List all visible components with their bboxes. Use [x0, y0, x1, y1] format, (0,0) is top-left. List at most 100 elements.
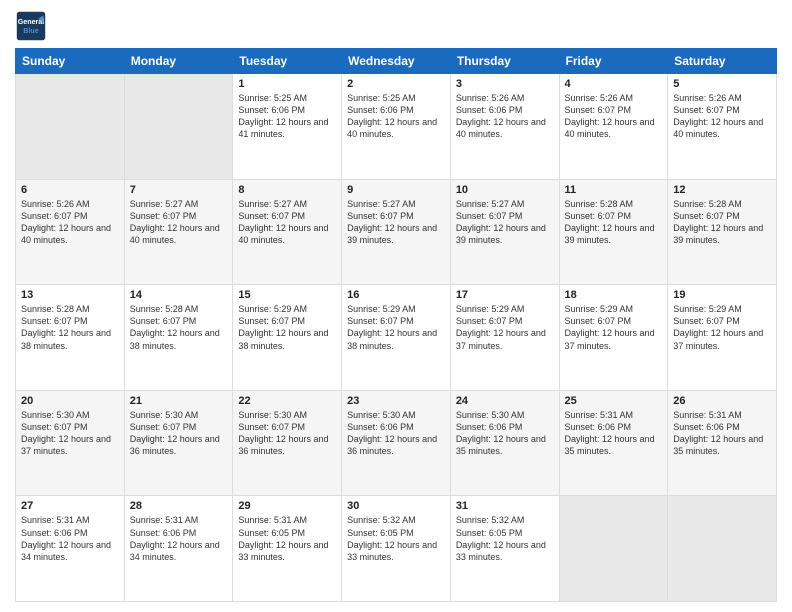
calendar-day-cell: 13 Sunrise: 5:28 AM Sunset: 6:07 PM Dayl… — [16, 285, 125, 391]
day-number: 5 — [673, 78, 771, 90]
day-number: 4 — [565, 78, 663, 90]
day-number: 7 — [130, 184, 228, 196]
day-info: Sunrise: 5:25 AM Sunset: 6:06 PM Dayligh… — [238, 92, 336, 141]
day-number: 31 — [456, 500, 554, 512]
calendar-day-cell: 23 Sunrise: 5:30 AM Sunset: 6:06 PM Dayl… — [342, 390, 451, 496]
calendar-day-cell: 19 Sunrise: 5:29 AM Sunset: 6:07 PM Dayl… — [668, 285, 777, 391]
calendar-day-cell — [668, 496, 777, 602]
calendar-day-cell: 3 Sunrise: 5:26 AM Sunset: 6:06 PM Dayli… — [450, 74, 559, 180]
calendar-day-cell: 25 Sunrise: 5:31 AM Sunset: 6:06 PM Dayl… — [559, 390, 668, 496]
calendar-week-row: 6 Sunrise: 5:26 AM Sunset: 6:07 PM Dayli… — [16, 179, 777, 285]
calendar-day-cell: 6 Sunrise: 5:26 AM Sunset: 6:07 PM Dayli… — [16, 179, 125, 285]
day-number: 24 — [456, 395, 554, 407]
day-number: 20 — [21, 395, 119, 407]
day-info: Sunrise: 5:29 AM Sunset: 6:07 PM Dayligh… — [673, 303, 771, 352]
day-info: Sunrise: 5:27 AM Sunset: 6:07 PM Dayligh… — [347, 198, 445, 247]
day-number: 12 — [673, 184, 771, 196]
calendar-day-cell: 16 Sunrise: 5:29 AM Sunset: 6:07 PM Dayl… — [342, 285, 451, 391]
svg-text:Blue: Blue — [23, 27, 38, 35]
day-number: 22 — [238, 395, 336, 407]
calendar-day-cell: 5 Sunrise: 5:26 AM Sunset: 6:07 PM Dayli… — [668, 74, 777, 180]
day-info: Sunrise: 5:29 AM Sunset: 6:07 PM Dayligh… — [238, 303, 336, 352]
day-number: 2 — [347, 78, 445, 90]
calendar-day-cell: 29 Sunrise: 5:31 AM Sunset: 6:05 PM Dayl… — [233, 496, 342, 602]
calendar-day-cell: 26 Sunrise: 5:31 AM Sunset: 6:06 PM Dayl… — [668, 390, 777, 496]
calendar-day-cell: 27 Sunrise: 5:31 AM Sunset: 6:06 PM Dayl… — [16, 496, 125, 602]
day-number: 14 — [130, 289, 228, 301]
day-info: Sunrise: 5:31 AM Sunset: 6:06 PM Dayligh… — [565, 409, 663, 458]
calendar-day-cell — [124, 74, 233, 180]
calendar-day-header: Wednesday — [342, 49, 451, 74]
calendar-day-header: Thursday — [450, 49, 559, 74]
day-number: 28 — [130, 500, 228, 512]
day-number: 10 — [456, 184, 554, 196]
calendar-day-cell: 31 Sunrise: 5:32 AM Sunset: 6:05 PM Dayl… — [450, 496, 559, 602]
day-info: Sunrise: 5:30 AM Sunset: 6:07 PM Dayligh… — [21, 409, 119, 458]
day-number: 9 — [347, 184, 445, 196]
calendar-table: SundayMondayTuesdayWednesdayThursdayFrid… — [15, 48, 777, 602]
calendar-day-cell: 30 Sunrise: 5:32 AM Sunset: 6:05 PM Dayl… — [342, 496, 451, 602]
calendar-week-row: 13 Sunrise: 5:28 AM Sunset: 6:07 PM Dayl… — [16, 285, 777, 391]
calendar-day-header: Saturday — [668, 49, 777, 74]
calendar-day-cell: 18 Sunrise: 5:29 AM Sunset: 6:07 PM Dayl… — [559, 285, 668, 391]
day-info: Sunrise: 5:25 AM Sunset: 6:06 PM Dayligh… — [347, 92, 445, 141]
calendar-day-cell: 4 Sunrise: 5:26 AM Sunset: 6:07 PM Dayli… — [559, 74, 668, 180]
day-info: Sunrise: 5:29 AM Sunset: 6:07 PM Dayligh… — [456, 303, 554, 352]
calendar-day-cell: 12 Sunrise: 5:28 AM Sunset: 6:07 PM Dayl… — [668, 179, 777, 285]
calendar-day-cell: 8 Sunrise: 5:27 AM Sunset: 6:07 PM Dayli… — [233, 179, 342, 285]
calendar-week-row: 1 Sunrise: 5:25 AM Sunset: 6:06 PM Dayli… — [16, 74, 777, 180]
day-info: Sunrise: 5:26 AM Sunset: 6:07 PM Dayligh… — [673, 92, 771, 141]
day-info: Sunrise: 5:31 AM Sunset: 6:05 PM Dayligh… — [238, 514, 336, 563]
day-info: Sunrise: 5:30 AM Sunset: 6:06 PM Dayligh… — [456, 409, 554, 458]
day-number: 25 — [565, 395, 663, 407]
day-info: Sunrise: 5:26 AM Sunset: 6:06 PM Dayligh… — [456, 92, 554, 141]
logo: General Blue — [15, 10, 51, 42]
day-info: Sunrise: 5:32 AM Sunset: 6:05 PM Dayligh… — [347, 514, 445, 563]
day-number: 23 — [347, 395, 445, 407]
calendar-day-cell: 21 Sunrise: 5:30 AM Sunset: 6:07 PM Dayl… — [124, 390, 233, 496]
calendar-day-cell: 24 Sunrise: 5:30 AM Sunset: 6:06 PM Dayl… — [450, 390, 559, 496]
day-info: Sunrise: 5:29 AM Sunset: 6:07 PM Dayligh… — [565, 303, 663, 352]
calendar-day-header: Monday — [124, 49, 233, 74]
calendar-day-cell: 22 Sunrise: 5:30 AM Sunset: 6:07 PM Dayl… — [233, 390, 342, 496]
day-info: Sunrise: 5:31 AM Sunset: 6:06 PM Dayligh… — [673, 409, 771, 458]
day-info: Sunrise: 5:31 AM Sunset: 6:06 PM Dayligh… — [130, 514, 228, 563]
calendar-day-cell: 9 Sunrise: 5:27 AM Sunset: 6:07 PM Dayli… — [342, 179, 451, 285]
calendar-day-cell: 20 Sunrise: 5:30 AM Sunset: 6:07 PM Dayl… — [16, 390, 125, 496]
day-info: Sunrise: 5:29 AM Sunset: 6:07 PM Dayligh… — [347, 303, 445, 352]
day-number: 13 — [21, 289, 119, 301]
day-info: Sunrise: 5:30 AM Sunset: 6:06 PM Dayligh… — [347, 409, 445, 458]
day-info: Sunrise: 5:32 AM Sunset: 6:05 PM Dayligh… — [456, 514, 554, 563]
day-number: 15 — [238, 289, 336, 301]
day-number: 3 — [456, 78, 554, 90]
calendar-day-cell — [16, 74, 125, 180]
day-info: Sunrise: 5:30 AM Sunset: 6:07 PM Dayligh… — [130, 409, 228, 458]
day-number: 1 — [238, 78, 336, 90]
calendar-day-header: Friday — [559, 49, 668, 74]
day-info: Sunrise: 5:26 AM Sunset: 6:07 PM Dayligh… — [565, 92, 663, 141]
day-number: 19 — [673, 289, 771, 301]
day-number: 11 — [565, 184, 663, 196]
page: General Blue SundayMondayTuesdayWednesda… — [0, 0, 792, 612]
logo-icon: General Blue — [15, 10, 47, 42]
day-number: 26 — [673, 395, 771, 407]
day-number: 16 — [347, 289, 445, 301]
day-number: 30 — [347, 500, 445, 512]
calendar-header-row: SundayMondayTuesdayWednesdayThursdayFrid… — [16, 49, 777, 74]
calendar-day-header: Tuesday — [233, 49, 342, 74]
day-info: Sunrise: 5:31 AM Sunset: 6:06 PM Dayligh… — [21, 514, 119, 563]
day-number: 27 — [21, 500, 119, 512]
day-info: Sunrise: 5:27 AM Sunset: 6:07 PM Dayligh… — [456, 198, 554, 247]
calendar-day-cell: 17 Sunrise: 5:29 AM Sunset: 6:07 PM Dayl… — [450, 285, 559, 391]
day-info: Sunrise: 5:28 AM Sunset: 6:07 PM Dayligh… — [565, 198, 663, 247]
calendar-day-cell: 7 Sunrise: 5:27 AM Sunset: 6:07 PM Dayli… — [124, 179, 233, 285]
day-number: 8 — [238, 184, 336, 196]
day-info: Sunrise: 5:27 AM Sunset: 6:07 PM Dayligh… — [238, 198, 336, 247]
calendar-week-row: 27 Sunrise: 5:31 AM Sunset: 6:06 PM Dayl… — [16, 496, 777, 602]
day-info: Sunrise: 5:27 AM Sunset: 6:07 PM Dayligh… — [130, 198, 228, 247]
day-number: 29 — [238, 500, 336, 512]
day-number: 18 — [565, 289, 663, 301]
day-info: Sunrise: 5:28 AM Sunset: 6:07 PM Dayligh… — [21, 303, 119, 352]
header: General Blue — [15, 10, 777, 42]
day-info: Sunrise: 5:28 AM Sunset: 6:07 PM Dayligh… — [130, 303, 228, 352]
